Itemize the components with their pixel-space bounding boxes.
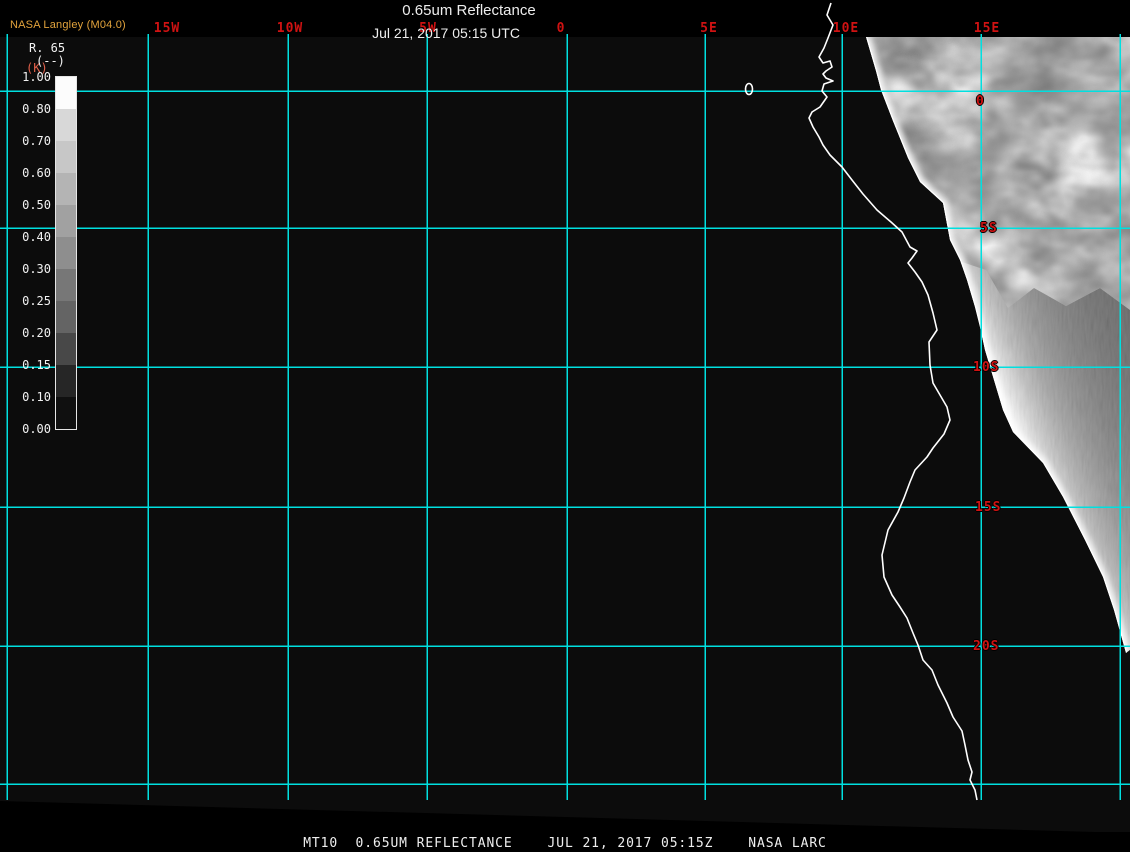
footer-caption: MT10 0.65UM REFLECTANCE JUL 21, 2017 05:… — [303, 836, 827, 851]
colorbar-tick-070: 0.70 — [22, 134, 51, 148]
colorbar-tick-015: 0.15 — [22, 358, 51, 372]
colorbar-tick-050: 0.50 — [22, 198, 51, 212]
image-timestamp: Jul 21, 2017 05:15 UTC — [372, 25, 520, 41]
colorbar-title: R. 65 — [29, 41, 66, 55]
colorbar-units: (--) — [36, 54, 65, 68]
map-canvas — [0, 0, 1130, 850]
satellite-image-viewer: NASA Langley (M04.0) 0.65um Reflectance … — [0, 0, 1130, 851]
colorbar-tick-100: 1.00 — [22, 70, 51, 84]
image-title: 0.65um Reflectance — [402, 2, 536, 19]
colorbar-tick-010: 0.10 — [22, 390, 51, 404]
latitude-label-20s: 20S — [973, 639, 1000, 654]
latitude-label-10s: 10S — [973, 360, 1000, 375]
longitude-label-5e: 5E — [700, 21, 718, 36]
colorbar-tick-025: 0.25 — [22, 294, 51, 308]
footer-bar: MT10 0.65UM REFLECTANCE JUL 21, 2017 05:… — [0, 832, 1130, 851]
colorbar-tick-000: 0.00 — [22, 422, 51, 436]
colorbar-strip — [55, 76, 77, 430]
colorbar-tick-060: 0.60 — [22, 166, 51, 180]
latitude-label-5s: 5S — [980, 221, 998, 236]
longitude-label-15w: 15W — [153, 21, 181, 36]
colorbar-tick-020: 0.20 — [22, 326, 51, 340]
latitude-label-0: 0 — [976, 94, 985, 109]
longitude-label-15e: 15E — [973, 21, 1001, 36]
latitude-label-15s: 15S — [975, 500, 1002, 515]
colorbar-tick-080: 0.80 — [22, 102, 51, 116]
colorbar-tick-040: 0.40 — [22, 230, 51, 244]
longitude-label-10e: 10E — [832, 21, 860, 36]
credit-text: NASA Langley (M04.0) — [10, 19, 126, 31]
colorbar-tick-030: 0.30 — [22, 262, 51, 276]
